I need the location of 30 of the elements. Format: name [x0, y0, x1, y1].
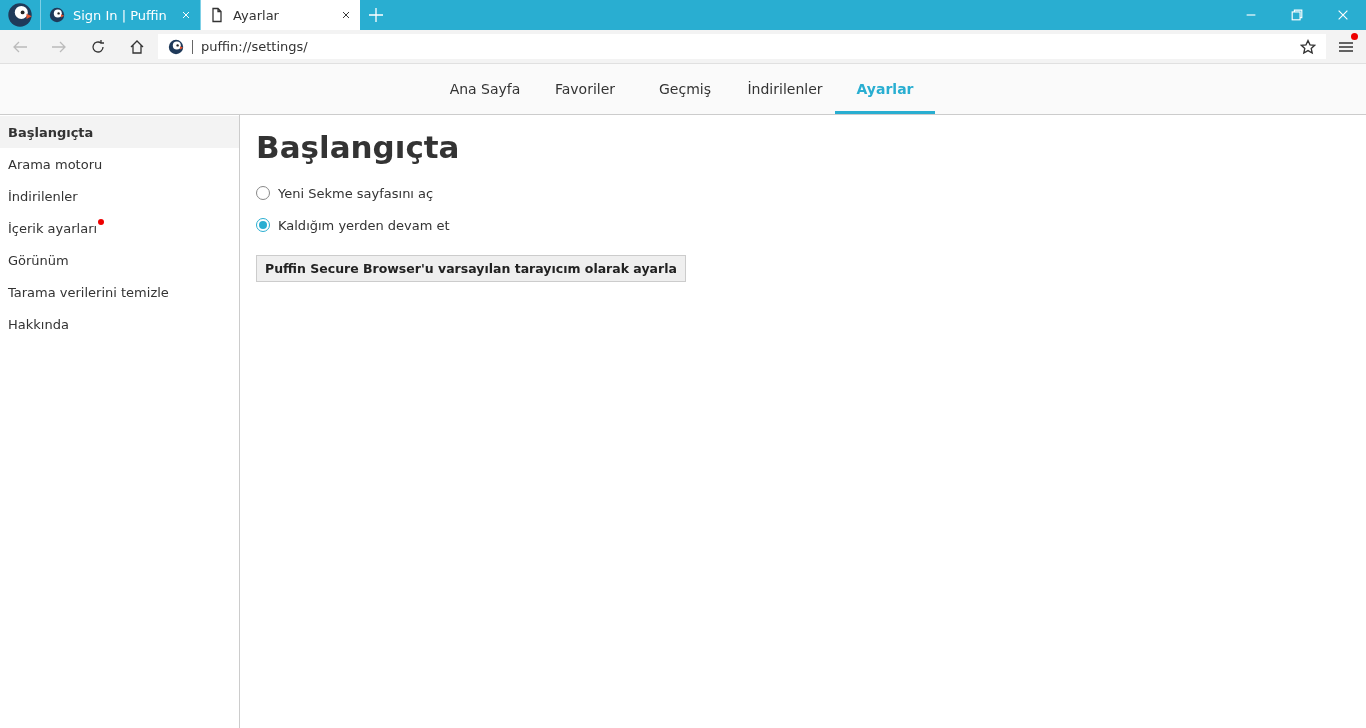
sidebar-item[interactable]: Görünüm — [0, 244, 239, 276]
star-icon[interactable] — [1300, 38, 1316, 55]
site-icon — [168, 38, 184, 55]
radio-label[interactable]: Kaldığım yerden devam et — [278, 217, 450, 233]
sidebar-item[interactable]: Tarama verilerini temizle — [0, 276, 239, 308]
sidebar-item[interactable]: İçerik ayarları — [0, 212, 239, 244]
sidebar-item[interactable]: Arama motoru — [0, 148, 239, 180]
home-icon[interactable] — [128, 38, 145, 55]
sidebar-item[interactable]: İndirilenler — [0, 180, 239, 212]
set-default-browser-button[interactable]: Puffin Secure Browser'u varsayılan tarayıcım olarak ayarla — [256, 255, 686, 282]
new-tab-icon[interactable] — [368, 7, 384, 23]
radio-button[interactable] — [256, 186, 270, 200]
site-icon — [49, 7, 65, 23]
address-field[interactable]: puffin://settings/ — [201, 39, 308, 54]
puffin-logo-icon — [7, 2, 33, 28]
radio-label[interactable]: Yeni Sekme sayfasını aç — [278, 185, 434, 201]
browser-tab[interactable]: Ayarlar — [200, 0, 360, 30]
close-tab-icon[interactable] — [340, 9, 352, 21]
close-icon[interactable] — [1336, 8, 1350, 22]
radio-button[interactable] — [256, 218, 270, 232]
reload-icon[interactable] — [89, 38, 106, 55]
nav-tab[interactable]: Geçmiş — [635, 64, 735, 114]
restore-icon[interactable] — [1290, 8, 1304, 22]
page-icon — [209, 7, 225, 23]
nav-tab[interactable]: Ana Sayfa — [435, 64, 535, 114]
sidebar-item[interactable]: Başlangıçta — [0, 116, 239, 148]
sidebar-item[interactable]: Hakkında — [0, 308, 239, 340]
page-heading: Başlangıçta — [256, 129, 461, 165]
nav-tab[interactable]: İndirilenler — [735, 64, 835, 114]
nav-tab[interactable]: Favoriler — [535, 64, 635, 114]
